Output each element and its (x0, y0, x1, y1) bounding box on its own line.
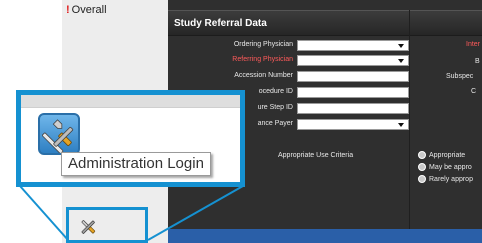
warning-marker: ! (66, 4, 70, 16)
auc-option-label: May be appro (429, 163, 472, 171)
procedure-step-id-input[interactable] (297, 103, 409, 114)
admin-login-button-area[interactable] (66, 207, 148, 243)
administration-login-tooltip: Administration Login (61, 152, 211, 176)
auc-option-label: Rarely approp (429, 175, 473, 183)
radio-button[interactable] (418, 175, 426, 183)
radio-button[interactable] (418, 151, 426, 159)
zoom-callout: Administration Login (16, 90, 245, 187)
right-label-c: C (471, 88, 477, 95)
panel-title: Study Referral Data (174, 18, 267, 29)
right-label-b: B (475, 58, 480, 65)
panel-header: Study Referral Data (168, 10, 482, 36)
ordering-physician-select[interactable] (297, 40, 409, 51)
auc-option-label: Appropriate (429, 151, 466, 159)
auc-label: Appropriate Use Criteria (278, 152, 354, 159)
overall-status[interactable]: ! Overall (66, 4, 107, 16)
accession-number-input[interactable] (297, 71, 409, 82)
auc-option-appropriate[interactable]: Appropriate (418, 151, 465, 159)
overall-label: Overall (71, 4, 107, 16)
procedure-id-input[interactable] (297, 87, 409, 98)
insurance-payer-select[interactable] (297, 119, 409, 130)
footer-bar (168, 229, 482, 243)
zoom-toolbar-strip (21, 95, 240, 107)
accession-number-label: Accession Number (234, 72, 293, 79)
auc-option-rarely-appropriate[interactable]: Rarely approp (418, 175, 473, 183)
wrench-screwdriver-icon[interactable] (38, 113, 80, 155)
ordering-physician-label: Ordering Physician (233, 41, 293, 48)
radio-button[interactable] (418, 163, 426, 171)
right-label-interpreting: Inter (466, 41, 481, 48)
auc-option-may-be-appropriate[interactable]: May be appro (418, 163, 472, 171)
wrench-screwdriver-icon[interactable] (79, 218, 97, 236)
column-divider (409, 10, 410, 230)
right-label-subspecialty: Subspec (446, 73, 474, 80)
zoom-divider (21, 107, 240, 108)
referring-physician-label: Referring Physician (232, 56, 293, 63)
referring-physician-select[interactable] (297, 55, 409, 66)
